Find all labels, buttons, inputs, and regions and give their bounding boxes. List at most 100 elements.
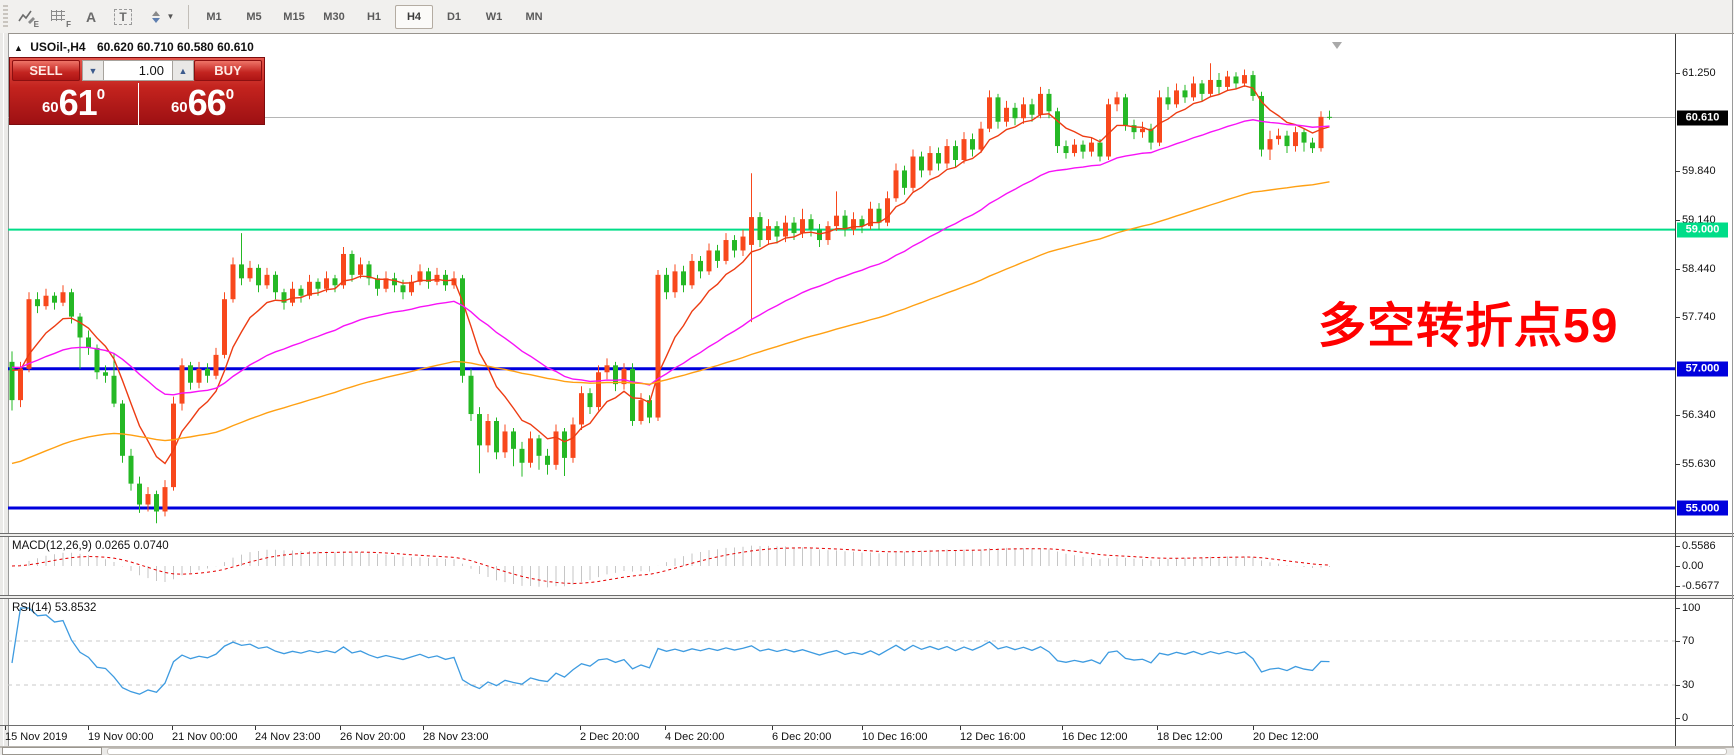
- macd-tick-mark: [1676, 566, 1680, 567]
- sell-price[interactable]: 60 61 0: [10, 83, 137, 126]
- price-tick-mark: [1676, 414, 1680, 416]
- volume-stepper: ▼ 1.00 ▲: [82, 60, 194, 81]
- date-label: 2 Dec 20:00: [580, 731, 640, 743]
- price-tick-mark: [1676, 268, 1680, 270]
- macd-top-border: [0, 536, 1734, 537]
- toolbar-separator: [188, 4, 189, 29]
- timeframe-button-h1[interactable]: H1: [355, 5, 393, 29]
- toolbar-grip[interactable]: [3, 4, 8, 29]
- price-badge-59.000: 59.000: [1677, 222, 1728, 238]
- grid-icon[interactable]: F: [45, 5, 73, 29]
- symbol-ohlc: 60.620 60.710 60.580 60.610: [96, 40, 254, 54]
- chart-shift-marker-icon[interactable]: [1332, 42, 1342, 49]
- macd-indicator-chart[interactable]: [0, 537, 1676, 595]
- date-tick-mark: [862, 726, 863, 730]
- timeframe-button-m15[interactable]: M15: [275, 5, 313, 29]
- price-badge-57.000: 57.000: [1677, 361, 1728, 377]
- date-label: 16 Dec 12:00: [1062, 731, 1128, 743]
- timeframe-button-h4[interactable]: H4: [395, 4, 433, 29]
- one-click-trade-panel: SELL ▼ 1.00 ▲ BUY 60 61 0 60 66 0: [9, 57, 266, 126]
- timeframe-group: M1 M5 M15 M30 H1 H4 D1 W1 MN: [194, 4, 554, 29]
- date-label: 24 Nov 23:00: [255, 731, 321, 743]
- date-label: 15 Nov 2019: [5, 731, 68, 743]
- price-tick-mark: [1676, 171, 1680, 173]
- timeframe-button-mn[interactable]: MN: [515, 5, 553, 29]
- macd-scale-label: 0.5586: [1682, 540, 1716, 552]
- buy-price-point: 0: [225, 86, 235, 103]
- arrows-tool-icon[interactable]: ▼: [141, 5, 181, 29]
- quick-navigation-box[interactable]: [2, 747, 102, 755]
- moving-average-slow: [11, 181, 1330, 465]
- sell-price-integer: 60: [41, 99, 59, 116]
- date-tick-mark: [1253, 726, 1254, 730]
- date-label: 21 Nov 00:00: [172, 731, 238, 743]
- buy-price[interactable]: 60 66 0: [139, 83, 266, 126]
- sell-price-point: 0: [96, 86, 106, 103]
- date-label: 20 Dec 12:00: [1253, 731, 1319, 743]
- buy-price-pips: 66: [187, 82, 227, 123]
- timeframe-button-m1[interactable]: M1: [195, 5, 233, 29]
- timeframe-button-w1[interactable]: W1: [475, 5, 513, 29]
- timeframe-button-m5[interactable]: M5: [235, 5, 273, 29]
- price-tick-mark: [1676, 464, 1680, 466]
- moving-average-fast: [11, 85, 1330, 465]
- timeframe-button-m30[interactable]: M30: [315, 5, 353, 29]
- date-tick-mark: [772, 726, 773, 730]
- date-tick-mark: [340, 726, 341, 730]
- symbol-name: USOil-,H4: [30, 40, 86, 54]
- macd-scale-label: -0.5677: [1682, 580, 1720, 593]
- window-right-edge: [1732, 0, 1733, 755]
- date-tick-mark: [172, 726, 173, 730]
- volume-input[interactable]: 1.00: [103, 61, 173, 80]
- date-label: 18 Dec 12:00: [1157, 731, 1223, 743]
- rsi-scale-label: 0: [1682, 712, 1689, 724]
- date-label: 4 Dec 20:00: [665, 731, 725, 743]
- textbox-tool-icon[interactable]: T: [109, 5, 137, 29]
- rsi-scale-label: 70: [1682, 635, 1695, 647]
- date-tick-mark: [88, 726, 89, 730]
- date-label: 6 Dec 20:00: [772, 731, 832, 743]
- sell-price-pips: 61: [58, 82, 98, 123]
- date-tick-mark: [665, 726, 666, 730]
- label-tool-icon[interactable]: A: [77, 5, 105, 29]
- date-label: 26 Nov 20:00: [340, 731, 406, 743]
- symbol-header: ▲ USOil-,H4 60.620 60.710 60.580 60.610: [14, 40, 254, 54]
- moving-average-mid: [11, 119, 1330, 396]
- timeframe-button-d1[interactable]: D1: [435, 5, 473, 29]
- price-tick-label: 59.840: [1682, 165, 1716, 178]
- rsi-line: [11, 607, 1330, 695]
- buy-price-integer: 60: [170, 99, 188, 116]
- macd-scale-label: 0.00: [1682, 560, 1704, 572]
- rsi-scale-label: 100: [1682, 602, 1701, 614]
- rsi-label: RSI(14) 53.8532: [12, 602, 97, 614]
- buy-button[interactable]: BUY: [194, 60, 262, 81]
- price-tick-label: 55.630: [1682, 458, 1716, 471]
- trade-controls-row: SELL ▼ 1.00 ▲ BUY: [10, 58, 264, 83]
- date-tick-mark: [1062, 726, 1063, 730]
- price-axis-border: [1675, 34, 1676, 746]
- price-badge-60.610: 60.610: [1677, 110, 1728, 126]
- price-tick-label: 57.740: [1682, 311, 1716, 324]
- indicators-icon[interactable]: E: [13, 5, 41, 29]
- macd-tick-mark: [1676, 546, 1680, 547]
- rsi-tick-mark: [1676, 718, 1680, 719]
- macd-signal-line: [11, 547, 1330, 584]
- rsi-top-border: [0, 598, 1734, 599]
- collapse-panel-icon[interactable]: ▲: [14, 43, 23, 53]
- sell-button[interactable]: SELL: [12, 60, 80, 81]
- volume-increase-button[interactable]: ▲: [173, 61, 193, 80]
- rsi-indicator-chart[interactable]: [0, 598, 1676, 725]
- price-tick-label: 58.440: [1682, 262, 1716, 275]
- volume-decrease-button[interactable]: ▼: [83, 61, 103, 80]
- horizontal-scrollbar[interactable]: [107, 748, 1727, 755]
- date-label: 10 Dec 16:00: [862, 731, 928, 743]
- date-tick-mark: [423, 726, 424, 730]
- date-tick-mark: [960, 726, 961, 730]
- macd-tick-mark: [1676, 586, 1680, 588]
- chart-annotation-text[interactable]: 多空转折点59: [1318, 286, 1618, 356]
- price-tick-mark: [1676, 317, 1680, 319]
- date-label: 28 Nov 23:00: [423, 731, 489, 743]
- price-tick-mark: [1676, 73, 1680, 74]
- date-tick-mark: [580, 726, 581, 730]
- price-tick-mark: [1676, 219, 1680, 221]
